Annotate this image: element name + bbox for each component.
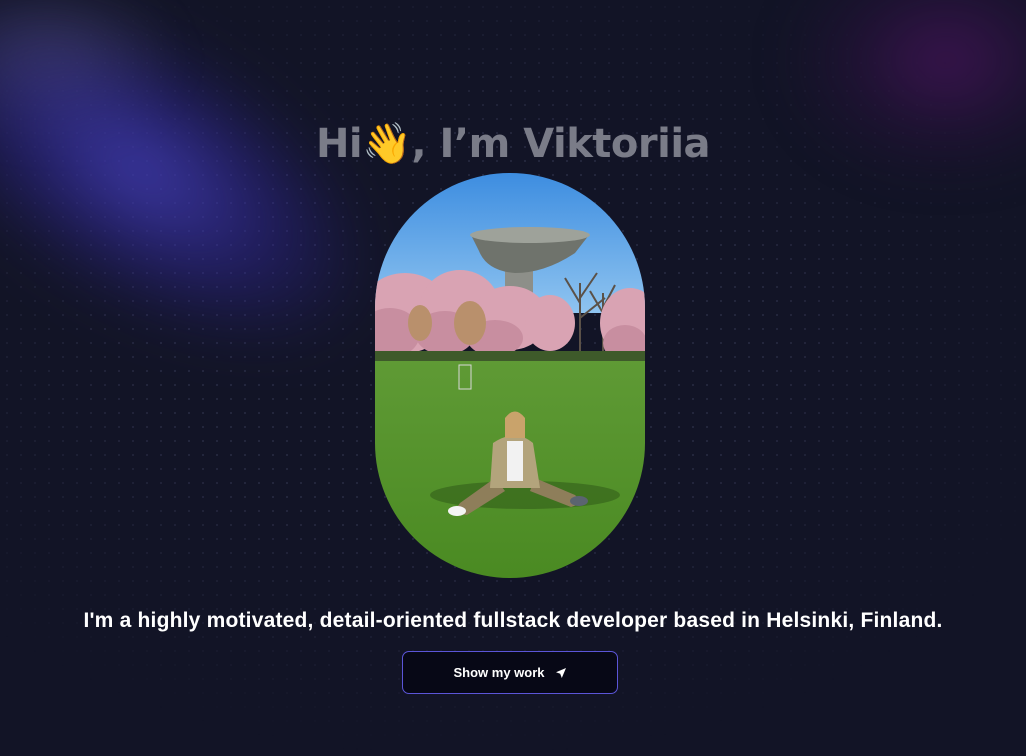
hero-section: Hi👋, I’m Viktoriia I'm a highly motivate… (0, 0, 1026, 756)
profile-photo (375, 173, 645, 578)
send-arrow-icon (555, 667, 566, 678)
profile-photo-image (375, 173, 645, 578)
hero-title: Hi👋, I’m Viktoriia (315, 121, 711, 167)
hero-tagline: I'm a highly motivated, detail-oriented … (83, 609, 943, 632)
show-my-work-label: Show my work (453, 665, 545, 680)
show-my-work-button[interactable]: Show my work (402, 651, 618, 694)
